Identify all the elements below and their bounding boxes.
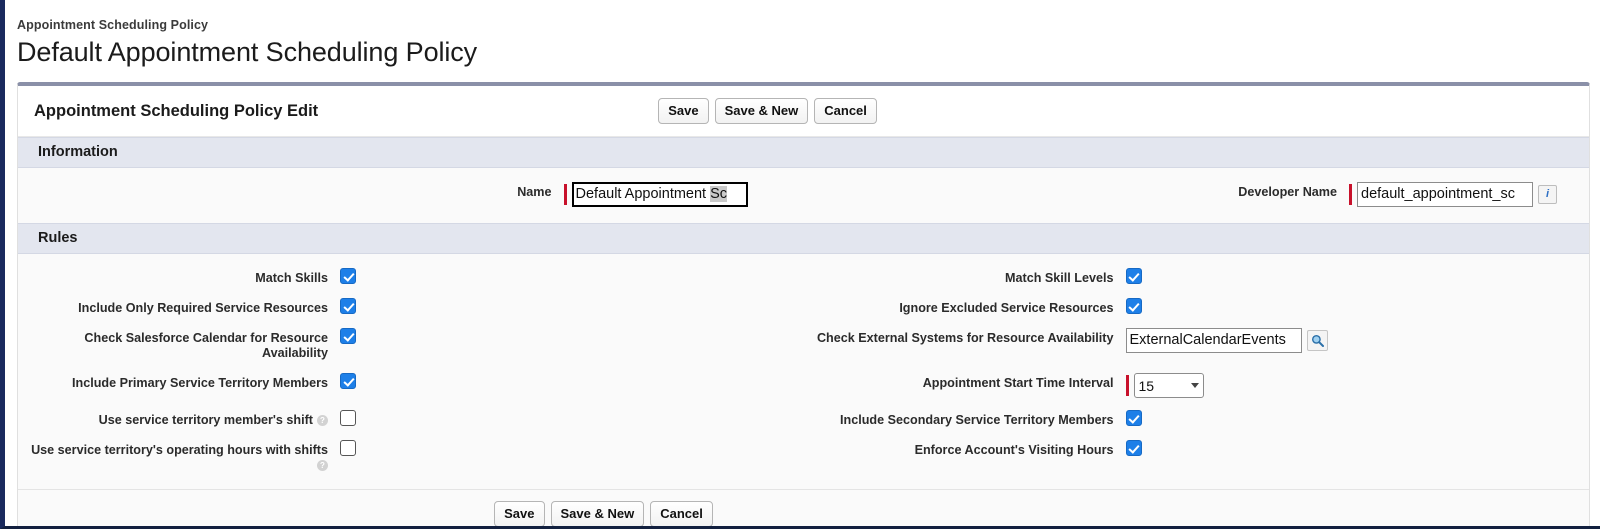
field-name: Name Default Appointment Sc [18, 176, 804, 213]
field-label-use-service-territory-members-shift: Use service territory member's shift? [18, 410, 340, 428]
section-header-rules: Rules [18, 223, 1589, 254]
checkbox-ignore-excluded-service-resources[interactable] [1125, 298, 1142, 314]
cancel-button-bottom[interactable]: Cancel [650, 501, 713, 526]
panel-toolbar: Appointment Scheduling Policy Edit Save … [18, 86, 1589, 137]
field-control-developer-name: default_appointment_sc i [1349, 182, 1589, 207]
field-control-include-secondary-service-territory-members [1125, 410, 1366, 426]
checkbox-include-secondary-service-territory-members[interactable] [1125, 410, 1142, 426]
section-header-information: Information [18, 137, 1589, 168]
help-icon[interactable]: ? [317, 460, 328, 471]
search-icon[interactable] [1306, 330, 1328, 351]
page-header: Appointment Scheduling Policy Default Ap… [5, 0, 1600, 69]
panel-footer: Save Save & New Cancel [18, 489, 1589, 526]
field-use-service-territory-operating-hours: Use service territory's operating hours … [18, 434, 804, 479]
checkbox-match-skill-levels[interactable] [1125, 268, 1142, 284]
name-input-selected-text: Sc [710, 186, 728, 202]
save-button-top[interactable]: Save [658, 98, 709, 124]
checkbox-use-service-territory-members-shift[interactable] [340, 410, 356, 426]
required-indicator-appointment-start-time-interval [1125, 375, 1129, 396]
field-match-skills: Match Skills [18, 262, 804, 292]
field-check-external-systems: Check External Systems for Resource Avai… [804, 322, 1590, 367]
appointment-start-time-interval-value: 15 [1138, 377, 1155, 394]
field-developer-name: Developer Name default_appointment_sc i [804, 176, 1590, 213]
field-control-match-skills [340, 268, 580, 284]
field-appointment-start-time-interval: Appointment Start Time Interval 15 [804, 367, 1590, 404]
field-label-text: Use service territory's operating hours … [31, 443, 328, 457]
footer-button-group: Save Save & New Cancel [494, 501, 713, 526]
field-ignore-excluded-service-resources: Ignore Excluded Service Resources [804, 292, 1590, 322]
field-control-check-salesforce-calendar [340, 328, 580, 344]
field-control-check-external-systems: ExternalCalendarEvents [1125, 328, 1366, 353]
field-label-appointment-start-time-interval: Appointment Start Time Interval [922, 376, 1114, 390]
field-label-include-primary-service-territory-members: Include Primary Service Territory Member… [72, 376, 328, 390]
rules-row-5: Use service territory member's shift? In… [18, 404, 1589, 434]
section-body-information: Name Default Appointment Sc Developer Na… [18, 168, 1589, 223]
field-use-service-territory-members-shift: Use service territory member's shift? [18, 404, 804, 434]
field-label-use-service-territory-operating-hours: Use service territory's operating hours … [18, 440, 340, 473]
field-label-include-secondary-service-territory-members: Include Secondary Service Territory Memb… [840, 413, 1114, 427]
field-label-match-skill-levels: Match Skill Levels [1005, 271, 1114, 285]
form-row-name: Name Default Appointment Sc Developer Na… [18, 176, 1589, 213]
breadcrumb-object-label: Appointment Scheduling Policy [17, 18, 209, 32]
checkbox-include-primary-service-territory-members[interactable] [340, 373, 356, 389]
rules-row-4: Include Primary Service Territory Member… [18, 367, 1589, 404]
checkbox-check-salesforce-calendar[interactable] [340, 328, 356, 344]
field-control-ignore-excluded-service-resources [1125, 298, 1366, 314]
save-and-new-button-bottom[interactable]: Save & New [550, 501, 645, 526]
appointment-start-time-interval-select[interactable]: 15 [1133, 373, 1204, 398]
field-label-developer-name: Developer Name [1238, 185, 1337, 199]
field-label-name: Name [517, 185, 552, 199]
field-control-use-service-territory-members-shift [340, 410, 580, 426]
page-root: Appointment Scheduling Policy Default Ap… [0, 0, 1600, 529]
panel-title: Appointment Scheduling Policy Edit [34, 101, 319, 120]
chevron-down-icon [1190, 383, 1199, 388]
field-include-secondary-service-territory-members: Include Secondary Service Territory Memb… [804, 404, 1590, 434]
checkbox-use-service-territory-operating-hours[interactable] [340, 440, 356, 456]
help-icon[interactable]: ? [317, 415, 328, 426]
field-label-match-skills: Match Skills [255, 271, 328, 285]
save-and-new-button-top[interactable]: Save & New [714, 98, 809, 124]
field-control-enforce-accounts-visiting-hours [1125, 440, 1366, 456]
field-label-enforce-accounts-visiting-hours: Enforce Account's Visiting Hours [914, 443, 1114, 457]
field-label-ignore-excluded-service-resources: Ignore Excluded Service Resources [899, 301, 1114, 315]
checkbox-match-skills[interactable] [340, 268, 356, 284]
required-indicator-name [563, 184, 567, 205]
rules-row-2: Include Only Required Service Resources … [18, 292, 1589, 322]
field-control-appointment-start-time-interval: 15 [1125, 373, 1366, 398]
checkbox-enforce-accounts-visiting-hours[interactable] [1125, 440, 1142, 456]
page-title: Default Appointment Scheduling Policy [17, 37, 478, 67]
toolbar-button-group: Save Save & New Cancel [658, 98, 877, 124]
cancel-button-top[interactable]: Cancel [814, 98, 877, 124]
field-label-check-salesforce-calendar: Check Salesforce Calendar for Resource A… [84, 331, 328, 360]
field-control-name: Default Appointment Sc [563, 182, 804, 207]
rules-row-1: Match Skills Match Skill Levels [18, 262, 1589, 292]
edit-panel: Appointment Scheduling Policy Edit Save … [17, 82, 1590, 526]
field-control-use-service-territory-operating-hours [340, 440, 580, 456]
field-control-include-primary-service-territory-members [340, 373, 580, 389]
checkbox-include-only-required-service-resources[interactable] [340, 298, 356, 314]
field-label-include-only-required-service-resources: Include Only Required Service Resources [78, 301, 328, 315]
rules-row-3: Check Salesforce Calendar for Resource A… [18, 322, 1589, 367]
external-systems-input[interactable]: ExternalCalendarEvents [1125, 328, 1302, 353]
section-body-rules: Match Skills Match Skill Levels Include … [18, 254, 1589, 489]
field-enforce-accounts-visiting-hours: Enforce Account's Visiting Hours [804, 434, 1590, 479]
field-match-skill-levels: Match Skill Levels [804, 262, 1590, 292]
info-icon[interactable]: i [1538, 185, 1557, 204]
name-input-text: Default Appointment [575, 186, 711, 202]
save-button-bottom[interactable]: Save [494, 501, 545, 526]
field-control-include-only-required-service-resources [340, 298, 580, 314]
field-label-text: Use service territory member's shift [98, 413, 313, 427]
field-include-primary-service-territory-members: Include Primary Service Territory Member… [18, 367, 804, 404]
field-label-check-external-systems: Check External Systems for Resource Avai… [816, 331, 1114, 345]
developer-name-input[interactable]: default_appointment_sc [1357, 182, 1533, 207]
field-check-salesforce-calendar: Check Salesforce Calendar for Resource A… [18, 322, 804, 367]
required-indicator-developer-name [1349, 184, 1352, 205]
rules-row-6: Use service territory's operating hours … [18, 434, 1589, 479]
field-control-match-skill-levels [1125, 268, 1366, 284]
field-include-only-required-service-resources: Include Only Required Service Resources [18, 292, 804, 322]
name-input[interactable]: Default Appointment Sc [571, 182, 748, 207]
